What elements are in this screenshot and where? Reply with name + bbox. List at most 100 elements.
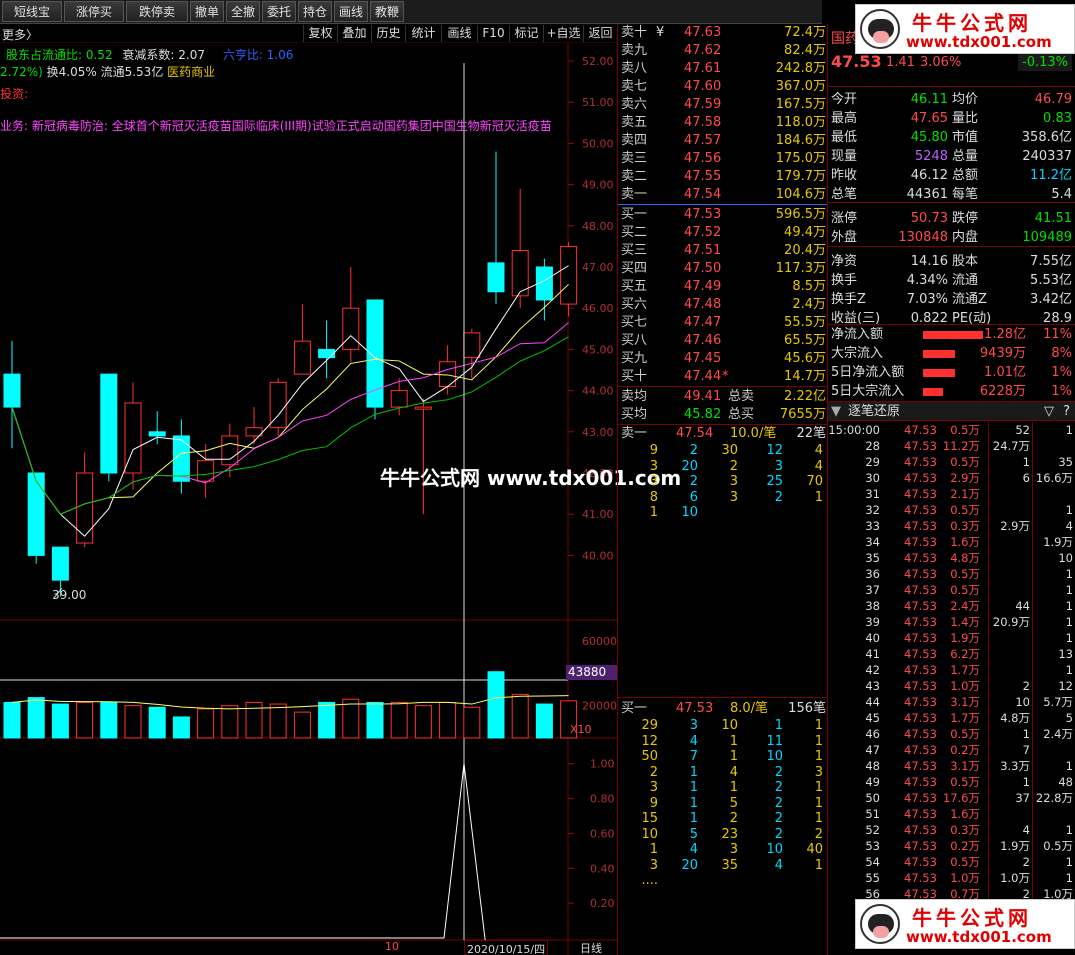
tick-time: 35 bbox=[865, 551, 880, 565]
back-button[interactable]: 返回 bbox=[583, 25, 617, 42]
draw-line-button[interactable]: 画线 bbox=[334, 1, 368, 22]
tick-time: 54 bbox=[865, 855, 880, 869]
tick-row: 43 47.53 1.0万 2 12 bbox=[828, 678, 1075, 694]
ask-row[interactable]: 卖九 47.62 82.4万 bbox=[618, 42, 828, 60]
tick-price: 47.53 bbox=[904, 631, 937, 645]
ask-row[interactable]: 卖六 47.59 167.5万 bbox=[618, 96, 828, 114]
collapse-icon[interactable]: ▼ bbox=[831, 402, 841, 422]
pointer-button[interactable]: 教鞭 bbox=[370, 1, 404, 22]
bid-row[interactable]: 买四 47.50 117.3万 bbox=[618, 260, 828, 278]
fuquan-button[interactable]: 复权 bbox=[303, 25, 337, 42]
volume-bar bbox=[27, 697, 45, 739]
stat-value: 3.42亿 bbox=[1030, 292, 1072, 307]
tick-sell-count: 12 bbox=[1058, 679, 1073, 693]
buy1-queue-cell: 3 bbox=[649, 857, 658, 873]
stat-label: 流通 bbox=[952, 273, 979, 288]
bid-row[interactable]: 买六 47.48 2.4万 bbox=[618, 296, 828, 314]
ask-row[interactable]: 卖三 47.56 175.0万 bbox=[618, 150, 828, 168]
add-favorite-button[interactable]: +自选 bbox=[543, 25, 583, 42]
bid-row[interactable]: 买五 47.49 8.5万 bbox=[618, 278, 828, 296]
period-label[interactable]: 日线 bbox=[580, 940, 602, 955]
ask-row[interactable]: 卖二 47.55 179.7万 bbox=[618, 168, 828, 186]
volume-bar bbox=[414, 705, 432, 739]
news-ticker[interactable]: 业务: 新冠病毒防治: 全球首个新冠灭活疫苗国际临床(III期)试验正式启动国药… bbox=[0, 117, 570, 134]
tick-time: 15:00:00 bbox=[828, 423, 880, 437]
buy1-queue-cell: 3 bbox=[649, 780, 658, 795]
bid-row[interactable]: 买三 47.51 20.4万 bbox=[618, 242, 828, 260]
tick-time: 37 bbox=[865, 583, 880, 597]
buy1-queue-cell: 4 bbox=[689, 733, 698, 749]
bid-row[interactable]: 买一 47.53 596.5万 bbox=[618, 206, 828, 224]
last-price: 47.53 bbox=[831, 52, 882, 71]
buy1-queue-cell: 1 bbox=[774, 718, 783, 733]
watermark-url: www.tdx001.com bbox=[906, 33, 1052, 51]
tick-sell-count: 1 bbox=[1065, 871, 1073, 885]
f10-button[interactable]: F10 bbox=[477, 25, 509, 42]
ask-row[interactable]: 卖八 47.61 242.8万 bbox=[618, 60, 828, 78]
stat-row: 换手 4.34% 流通 5.53亿 bbox=[828, 271, 1075, 290]
sell1-queue-row: 3 20 2 3 4 bbox=[618, 459, 828, 474]
book-divider bbox=[618, 697, 828, 698]
mark-button[interactable]: 标记 bbox=[509, 25, 543, 42]
tick-sell-count: 10 bbox=[1058, 551, 1073, 565]
limit-down-sell-button[interactable]: 跌停卖 bbox=[126, 1, 188, 22]
bid-volume: 55.5万 bbox=[784, 315, 826, 330]
bid-volume: 596.5万 bbox=[775, 207, 826, 222]
entrust-button[interactable]: 委托 bbox=[262, 1, 296, 22]
buy1-queue-cell: 2 bbox=[774, 826, 783, 842]
cancel-order-button[interactable]: 撤单 bbox=[190, 1, 224, 22]
stat-row: 涨停 50.73 跌停 41.51 bbox=[828, 209, 1075, 228]
bid-row[interactable]: 买八 47.46 65.5万 bbox=[618, 332, 828, 350]
ask-row[interactable]: 卖四 47.57 184.6万 bbox=[618, 132, 828, 150]
tick-price: 47.53 bbox=[904, 791, 937, 805]
kline-chart-area[interactable]: 52.00 51.00 50.00 49.00 48.00 47.00 46.00 45.00… bbox=[0, 43, 681, 955]
tick-price: 47.53 bbox=[904, 775, 937, 789]
ask-price: 47.59 bbox=[684, 97, 722, 112]
more-link[interactable]: 更多〉 bbox=[2, 26, 38, 43]
ask-label: 卖八 bbox=[621, 61, 648, 76]
tick-price: 47.53 bbox=[904, 535, 937, 549]
ask-row[interactable]: 卖五 47.58 118.0万 bbox=[618, 114, 828, 132]
stats-button[interactable]: 统计 bbox=[405, 25, 441, 42]
avg-row: 买均 45.82 总买 7655万 bbox=[618, 406, 828, 424]
bid-label: 买十 bbox=[621, 369, 648, 384]
overlay-button[interactable]: 叠加 bbox=[337, 25, 371, 42]
chart-draw-button[interactable]: 画线 bbox=[441, 25, 477, 42]
tick-sell-count: 2.4万 bbox=[1043, 727, 1073, 741]
position-button[interactable]: 持仓 bbox=[298, 1, 332, 22]
tick-buy-count: 1.9万 bbox=[1000, 839, 1030, 853]
tick-price: 47.53 bbox=[904, 583, 937, 597]
price-tick-label: 41.00 bbox=[582, 508, 614, 521]
limit-up-buy-button[interactable]: 涨停买 bbox=[64, 1, 124, 22]
help-icon[interactable]: ? bbox=[1063, 402, 1070, 422]
short-line-button[interactable]: 短线宝 bbox=[2, 1, 62, 22]
bid-row[interactable]: 买十 47.44 * 14.7万 bbox=[618, 368, 828, 386]
kline-chart: 52.00 51.00 50.00 49.00 48.00 47.00 46.00 45.00… bbox=[0, 43, 617, 955]
tick-time: 48 bbox=[865, 759, 880, 773]
sell1-count: 22笔 bbox=[796, 426, 826, 441]
stock-info-panel: 国药 47.53 1.41 3.06% -0.13% 今开 46.11 均价 46.7… bbox=[827, 24, 1075, 955]
bid-row[interactable]: 买七 47.47 55.5万 bbox=[618, 314, 828, 332]
flow-pct: 1% bbox=[1051, 384, 1072, 399]
tick-volume: 17.6万 bbox=[942, 791, 980, 805]
tick-row: 35 47.53 4.8万 10 bbox=[828, 550, 1075, 566]
tick-time: 34 bbox=[865, 535, 880, 549]
ask-row[interactable]: 卖七 47.60 367.0万 bbox=[618, 78, 828, 96]
bid-row[interactable]: 买二 47.52 49.4万 bbox=[618, 224, 828, 242]
ask-row[interactable]: 卖一 47.54 104.6万 bbox=[618, 186, 828, 204]
stat-label: 内盘 bbox=[952, 230, 979, 245]
ticks-header[interactable]: ▼ 逐笔还原 ▽? bbox=[828, 401, 1075, 421]
tick-time: 29 bbox=[865, 455, 880, 469]
tick-volume: 0.5万 bbox=[950, 423, 980, 437]
stat-label: 现量 bbox=[831, 149, 858, 164]
cancel-all-button[interactable]: 全撤 bbox=[226, 1, 260, 22]
filter-icon[interactable]: ▽ bbox=[1044, 402, 1054, 422]
ask-row[interactable]: 卖十 ¥47.63 72.4万 bbox=[618, 24, 828, 42]
history-button[interactable]: 历史 bbox=[371, 25, 405, 42]
bid-label: 买五 bbox=[621, 279, 648, 294]
indicator-tick-label: 0.80 bbox=[590, 793, 615, 806]
sell1-queue-row: 8 6 3 2 1 bbox=[618, 490, 828, 505]
ask-volume: 104.6万 bbox=[775, 187, 826, 202]
bid-row[interactable]: 买九 47.45 45.6万 bbox=[618, 350, 828, 368]
buy1-queue-row: 12 4 1 11 1 bbox=[618, 734, 828, 749]
